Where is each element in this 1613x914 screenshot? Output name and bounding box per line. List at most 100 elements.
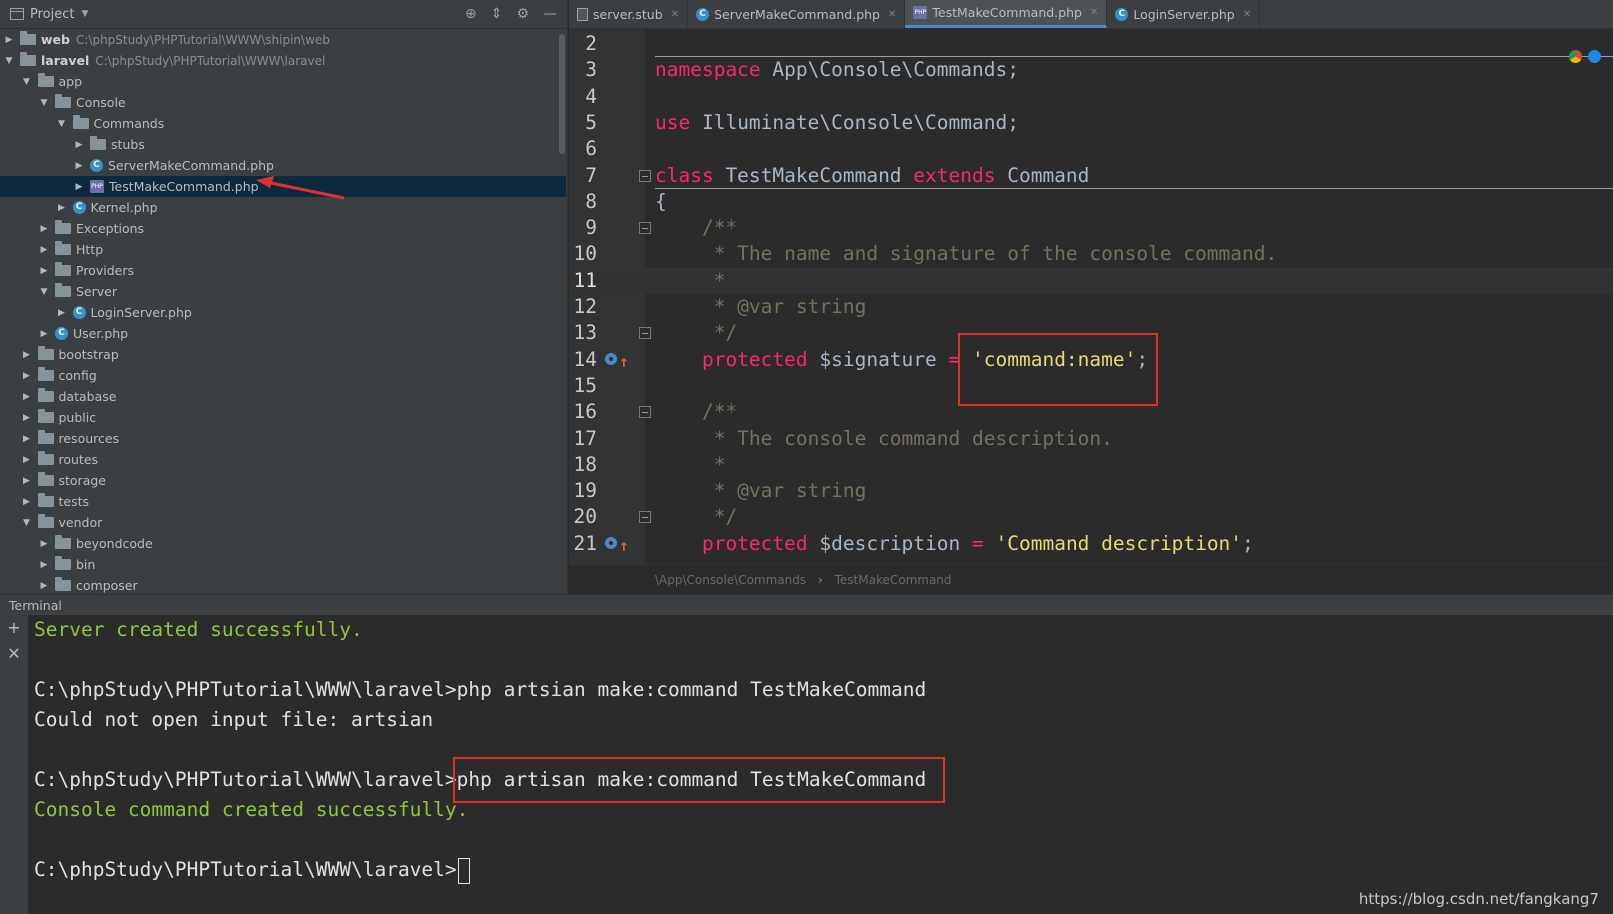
tab-loginserver-php[interactable]: C LoginServer.php ✕ [1107,0,1261,28]
collapsed-arrow-icon[interactable]: ▶ [20,497,34,507]
collapsed-arrow-icon[interactable]: ▶ [37,224,51,234]
tree-item-storage[interactable]: ▶ storage [0,470,566,491]
project-panel-title[interactable]: Project [30,7,74,22]
code-line[interactable]: 20 */ [569,504,1613,530]
ie-icon[interactable] [1588,50,1601,63]
code-line[interactable]: 19 * @var string [569,478,1613,504]
code-line[interactable]: 8{ [569,189,1613,215]
collapsed-arrow-icon[interactable]: ▶ [72,161,86,171]
collapsed-arrow-icon[interactable]: ▶ [20,371,34,381]
collapsed-arrow-icon[interactable]: ▶ [37,266,51,276]
override-marker-icon[interactable] [605,536,617,549]
tree-item-http[interactable]: ▶ Http [0,239,566,260]
close-tab-icon[interactable]: ✕ [888,9,896,20]
tree-item-routes[interactable]: ▶ routes [0,449,566,470]
tree-scrollbar[interactable] [559,34,565,154]
collapsed-arrow-icon[interactable]: ▶ [20,455,34,465]
code-line[interactable]: 4 [569,84,1613,110]
tree-item-beyondcode[interactable]: ▶ beyondcode [0,533,566,554]
expanded-arrow-icon[interactable]: ▼ [55,119,69,129]
code-line[interactable]: 5 use Illuminate\Console\Command; [569,110,1613,136]
tree-item-composer[interactable]: ▶ composer [0,575,566,594]
expanded-arrow-icon[interactable]: ▼ [37,98,51,108]
collapsed-arrow-icon[interactable]: ▶ [20,434,34,444]
fold-marker-icon[interactable] [639,222,651,235]
collapsed-arrow-icon[interactable]: ▶ [20,476,34,486]
collapsed-arrow-icon[interactable]: ▶ [37,245,51,255]
code-line[interactable]: 18 * [569,452,1613,478]
override-marker-icon[interactable] [605,352,617,365]
collapsed-arrow-icon[interactable]: ▶ [37,581,51,591]
tree-item-servermakecommand-php[interactable]: ▶ C ServerMakeCommand.php [0,155,566,176]
tree-item-bin[interactable]: ▶ bin [0,554,566,575]
code-line[interactable]: 17 * The console command description. [569,426,1613,452]
tree-item-server[interactable]: ▼ Server [0,281,566,302]
tree-item-database[interactable]: ▶ database [0,386,566,407]
tree-item-app[interactable]: ▼ app [0,71,566,92]
tree-item-vendor[interactable]: ▼ vendor [0,512,566,533]
expanded-arrow-icon[interactable]: ▼ [20,77,34,87]
tree-item-providers[interactable]: ▶ Providers [0,260,566,281]
chevron-down-icon[interactable]: ▼ [81,9,88,19]
close-icon[interactable]: ✕ [0,641,28,667]
globe-icon[interactable]: ⊕ [465,6,477,22]
code-line[interactable]: 10 * The name and signature of the conso… [569,241,1613,267]
fold-marker-icon[interactable] [639,406,651,419]
gear-icon[interactable]: ⚙ [516,6,529,22]
collapsed-arrow-icon[interactable]: ▶ [37,560,51,570]
tree-item-stubs[interactable]: ▶ stubs [0,134,566,155]
tree-item-loginserver-php[interactable]: ▶ C LoginServer.php [0,302,566,323]
terminal-title[interactable]: Terminal [0,594,1613,615]
breadcrumb-namespace[interactable]: \App\Console\Commands [655,573,806,587]
close-tab-icon[interactable]: ✕ [1090,7,1098,18]
minimize-icon[interactable]: — [543,6,557,22]
code-line[interactable]: 12 * @var string [569,294,1613,320]
code-line[interactable]: 21 ↑ protected $description = 'Command de… [569,531,1613,557]
tab-servermakecommand-php[interactable]: C ServerMakeCommand.php ✕ [688,0,906,28]
collapsed-arrow-icon[interactable]: ▶ [20,350,34,360]
collapse-icon[interactable]: ⇕ [491,6,503,22]
fold-marker-icon[interactable] [639,169,651,182]
code-line[interactable]: 7 class TestMakeCommand extends Command [569,163,1613,189]
tree-item-tests[interactable]: ▶ tests [0,491,566,512]
tree-item-public[interactable]: ▶ public [0,407,566,428]
tree-item-config[interactable]: ▶ config [0,365,566,386]
fold-marker-icon[interactable] [639,327,651,340]
tree-item-exceptions[interactable]: ▶ Exceptions [0,218,566,239]
close-tab-icon[interactable]: ✕ [671,9,679,20]
tab-testmakecommand-php[interactable]: PHP TestMakeCommand.php ✕ [905,0,1108,28]
collapsed-arrow-icon[interactable]: ▶ [72,140,86,150]
code-line[interactable]: 6 [569,136,1613,162]
code-line[interactable]: 11 * [569,267,1613,294]
arrow-up-icon[interactable]: ↑ [619,533,629,559]
tab-server-stub[interactable]: server.stub ✕ [569,0,689,28]
fold-marker-icon[interactable] [639,511,651,524]
collapsed-arrow-icon[interactable]: ▶ [2,35,16,45]
collapsed-arrow-icon[interactable]: ▶ [55,203,69,213]
tree-item-user-php[interactable]: ▶ C User.php [0,323,566,344]
code-line[interactable]: 9 /** [569,215,1613,241]
add-icon[interactable]: + [0,615,28,641]
collapsed-arrow-icon[interactable]: ▶ [72,182,86,192]
collapsed-arrow-icon[interactable]: ▶ [55,308,69,318]
collapsed-arrow-icon[interactable]: ▶ [37,329,51,339]
close-tab-icon[interactable]: ✕ [1243,9,1251,20]
expanded-arrow-icon[interactable]: ▼ [2,56,16,66]
collapsed-arrow-icon[interactable]: ▶ [20,413,34,423]
tree-item-bootstrap[interactable]: ▶ bootstrap [0,344,566,365]
terminal-cursor[interactable] [457,857,470,884]
breadcrumb-class[interactable]: TestMakeCommand [835,573,952,587]
expanded-arrow-icon[interactable]: ▼ [37,287,51,297]
tree-item-resources[interactable]: ▶ resources [0,428,566,449]
tree-item-commands[interactable]: ▼ Commands [0,113,566,134]
tree-item-laravel[interactable]: ▼ laravel C:\phpStudy\PHPTutorial\WWW\lara… [0,50,566,71]
expanded-arrow-icon[interactable]: ▼ [20,518,34,528]
code-line[interactable]: 3 namespace App\Console\Commands; [569,57,1613,83]
code-line[interactable]: 2 [569,31,1613,57]
code-area[interactable]: 2 3 namespace App\Console\Commands; 4 5 use I… [569,29,1613,564]
collapsed-arrow-icon[interactable]: ▶ [37,539,51,549]
chrome-icon[interactable] [1569,50,1582,63]
arrow-up-icon[interactable]: ↑ [619,349,629,375]
tree-item-web[interactable]: ▶ web C:\phpStudy\PHPTutorial\WWW\shipin\w… [0,29,566,50]
tree-item-console[interactable]: ▼ Console [0,92,566,113]
